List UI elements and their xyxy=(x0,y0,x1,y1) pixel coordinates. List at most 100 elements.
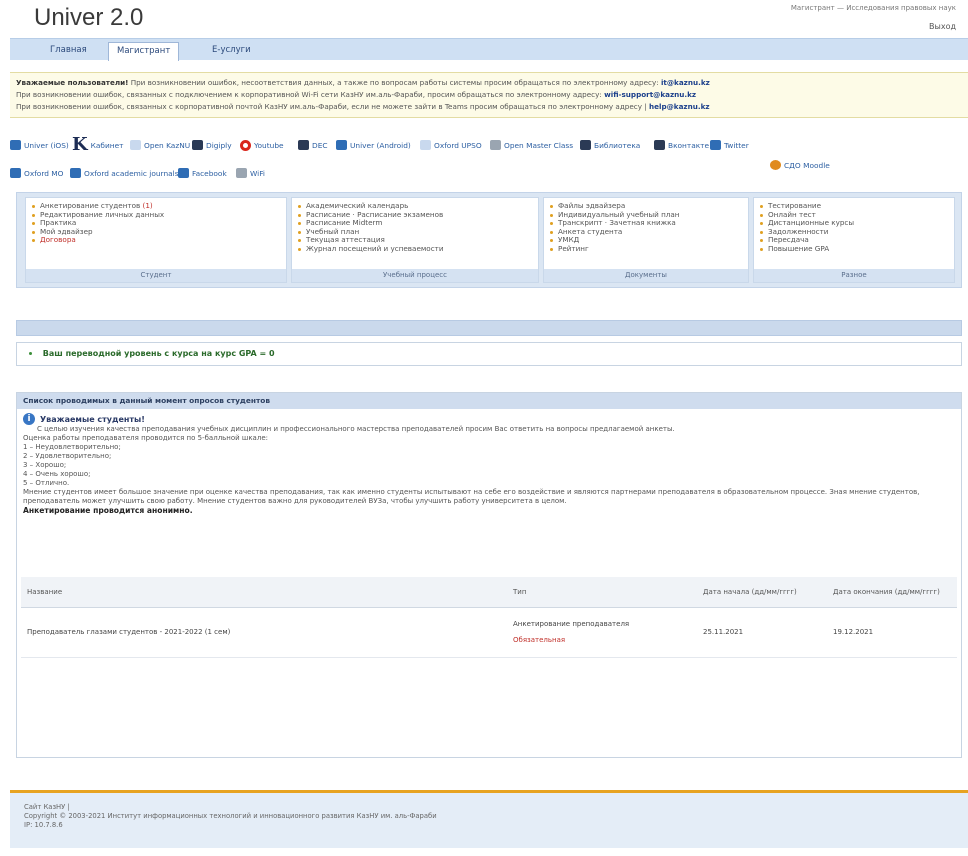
survey-panel: Список проводимых в данный момент опросо… xyxy=(16,392,962,758)
link-moodle[interactable]: СДО Moodle xyxy=(770,160,830,170)
book-icon xyxy=(192,140,203,150)
link-label: Open Master Class xyxy=(504,140,574,150)
menu-footer-study: Учебный процесс xyxy=(292,269,538,282)
link-wifi[interactable]: WiFi xyxy=(236,168,265,178)
class-icon xyxy=(490,140,501,150)
link-label: Вконтакте xyxy=(668,140,710,150)
app-logo[interactable]: Univer 2.0 xyxy=(34,4,143,32)
footer: Сайт КазНУ | Copyright © 2003-2021 Инсти… xyxy=(10,790,968,848)
survey-count-badge: (1) xyxy=(142,201,153,210)
notice-text-3: При возникновении ошибок, связанных с ко… xyxy=(16,102,647,111)
link-univer-ios[interactable]: Univer (iOS) xyxy=(10,140,69,150)
survey-scale-intro: Оценка работы преподавателя проводится п… xyxy=(23,434,268,442)
notice-text-2: При возникновении ошибок, связанных с по… xyxy=(16,90,602,99)
link-label: DEC xyxy=(312,140,328,150)
link-label: Youtube xyxy=(254,141,284,150)
link-label: Oxford academic journals xyxy=(84,168,179,178)
main-nav: Главная Магистрант Е-услуги xyxy=(10,38,968,61)
link-label: Oxford MO xyxy=(24,168,64,178)
survey-greeting: i Уважаемые студенты! xyxy=(23,413,955,425)
tab-master[interactable]: Магистрант xyxy=(108,42,180,61)
link-label: Oxford UPSO xyxy=(434,140,482,150)
column-header-start: Дата начала (дд/мм/гггг) xyxy=(697,577,827,608)
notice-text-1: При возникновении ошибок, несоответствия… xyxy=(130,78,659,87)
link-cabinet[interactable]: K Кабинет xyxy=(72,136,124,154)
menu-documents: Файлы эдвайзера Индивидуальный учебный п… xyxy=(543,197,749,283)
app-icon xyxy=(336,140,347,150)
menu-item-edit-personal[interactable]: Редактирование личных данных xyxy=(32,210,286,220)
link-youtube[interactable]: Youtube xyxy=(240,140,284,151)
notice-greeting: Уважаемые пользователи! xyxy=(16,78,129,87)
link-open-master-class[interactable]: Open Master Class xyxy=(490,140,573,150)
link-label: Open KazNU xyxy=(144,140,191,150)
link-open-kaznu[interactable]: Open KazNU xyxy=(130,140,190,150)
oxford-icon xyxy=(420,140,431,150)
survey-intro: С целью изучения качества преподавания у… xyxy=(37,425,675,433)
quick-links: Univer (iOS) K Кабинет Open KazNU Digiply… xyxy=(10,136,968,188)
footer-site-link[interactable]: Сайт КазНУ | xyxy=(24,803,954,812)
scale-item: 1 – Неудовлетворительно; xyxy=(23,443,121,451)
scale-item: 5 – Отлично. xyxy=(23,479,70,487)
app-icon xyxy=(10,140,21,150)
link-label: Кабинет xyxy=(90,140,124,150)
menu-item-rating[interactable]: Рейтинг xyxy=(550,244,748,254)
menu-item-student-form[interactable]: Анкета студента xyxy=(550,227,748,237)
column-header-end: Дата окончания (дд/мм/гггг) xyxy=(827,577,957,608)
menu-item-gpa-raise[interactable]: Повышение GPA xyxy=(760,244,954,254)
oxford-icon xyxy=(10,168,21,178)
link-facebook[interactable]: Facebook xyxy=(178,168,227,178)
survey-anonymous-note: Анкетирование проводится анонимно. xyxy=(23,506,193,515)
link-label: Univer (Android) xyxy=(350,140,411,150)
link-oxford-journals[interactable]: Oxford academic journals xyxy=(70,168,179,178)
link-label: Twitter xyxy=(724,140,749,150)
tab-home[interactable]: Главная xyxy=(42,42,95,61)
link-digiply[interactable]: Digiply xyxy=(192,140,232,150)
footer-copyright: Copyright © 2003-2021 Институт информаци… xyxy=(24,812,437,820)
column-header-name: Название xyxy=(21,577,507,608)
link-label: СДО Moodle xyxy=(784,160,830,170)
link-twitter[interactable]: Twitter xyxy=(710,140,749,150)
link-library[interactable]: Библиотека xyxy=(580,140,640,150)
journal-icon xyxy=(70,168,81,178)
link-dec[interactable]: DEC xyxy=(298,140,328,150)
logout-link[interactable]: Выход xyxy=(929,22,956,31)
scale-item: 4 – Очень хорошо; xyxy=(23,470,91,478)
link-oxford-upso[interactable]: Oxford UPSO xyxy=(420,140,482,150)
menu-footer-misc: Разное xyxy=(754,269,954,282)
tab-e-services[interactable]: Е-услуги xyxy=(204,42,259,61)
facebook-icon xyxy=(178,168,189,178)
survey-info: i Уважаемые студенты! С целью изучения к… xyxy=(17,409,961,515)
user-info: Магистрант — Исследования правовых наук xyxy=(790,4,956,12)
survey-greeting-text: Уважаемые студенты! xyxy=(40,414,145,424)
info-icon: i xyxy=(23,413,35,425)
notice-line-2: При возникновении ошибок, связанных с по… xyxy=(16,89,962,101)
link-label: Univer (iOS) xyxy=(24,140,69,150)
email-link-wifi[interactable]: wifi-support@kaznu.kz xyxy=(604,90,696,99)
column-header-type: Тип xyxy=(507,577,697,608)
notice-line-3: При возникновении ошибок, связанных с ко… xyxy=(16,101,962,113)
email-link-help[interactable]: help@kaznu.kz xyxy=(649,102,710,111)
twitter-icon xyxy=(710,140,721,150)
moodle-icon xyxy=(770,160,781,170)
gpa-box: Ваш переводной уровень с курса на курс G… xyxy=(16,342,962,366)
email-link-it[interactable]: it@kaznu.kz xyxy=(661,78,710,87)
youtube-icon xyxy=(240,140,251,151)
library-icon xyxy=(580,140,591,150)
table-row[interactable]: Преподаватель глазами студентов - 2021-2… xyxy=(21,607,957,658)
scale-item: 2 – Удовлетворительно; xyxy=(23,452,112,460)
vk-icon xyxy=(654,140,665,150)
link-label: Digiply xyxy=(206,140,232,150)
menu-item-advisor[interactable]: Мой эдвайзер xyxy=(32,227,286,237)
required-badge: Обязательная xyxy=(513,636,566,644)
menu-panel: Анкетирование студентов (1) Редактирован… xyxy=(16,192,962,288)
menu-footer-documents: Документы xyxy=(544,269,748,282)
survey-start-date: 25.11.2021 xyxy=(697,607,827,658)
menu-item-attendance[interactable]: Журнал посещений и успеваемости xyxy=(298,244,538,254)
link-oxford-mo[interactable]: Oxford MO xyxy=(10,168,63,178)
link-vkontakte[interactable]: Вконтакте xyxy=(654,140,709,150)
survey-name[interactable]: Преподаватель глазами студентов - 2021-2… xyxy=(21,607,507,658)
link-univer-android[interactable]: Univer (Android) xyxy=(336,140,411,150)
dec-icon xyxy=(298,140,309,150)
menu-item-contracts[interactable]: Договора xyxy=(32,236,286,245)
menu-study: Академический календарь Расписание · Рас… xyxy=(291,197,539,283)
